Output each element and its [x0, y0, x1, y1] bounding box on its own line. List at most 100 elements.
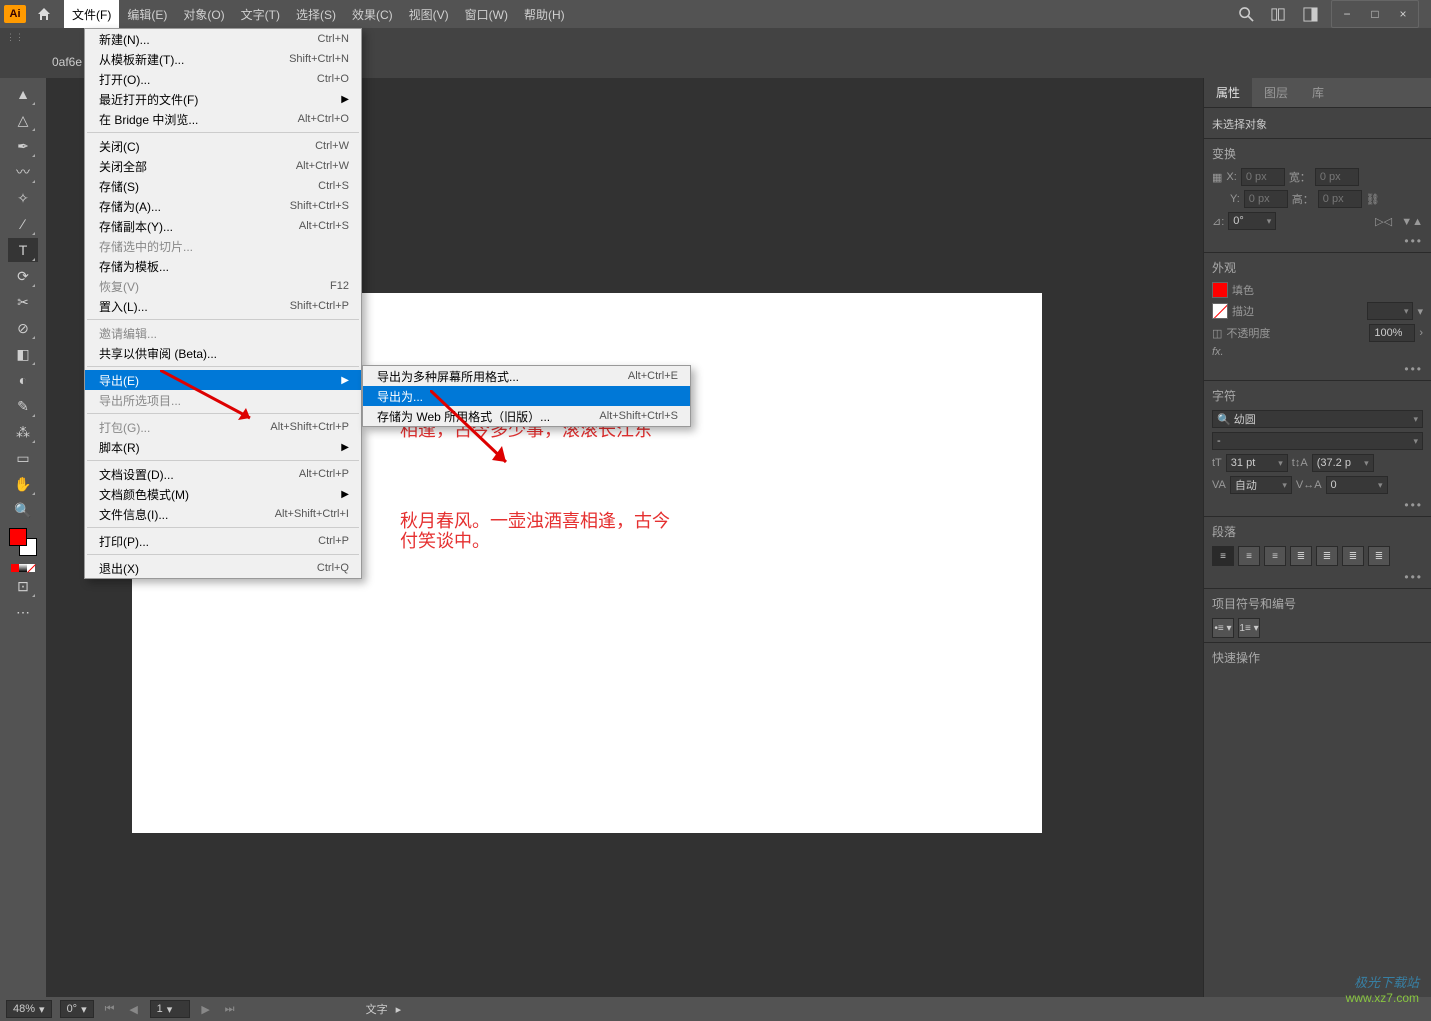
rotation-field[interactable]: 0°▾ — [60, 1000, 94, 1018]
menu-item[interactable]: 脚本(R)▶ — [85, 437, 361, 457]
font-family-field[interactable]: 🔍 幼圆▾ — [1212, 410, 1423, 428]
align-center-icon[interactable]: ≡ — [1238, 546, 1260, 566]
align-right-icon[interactable]: ≡ — [1264, 546, 1286, 566]
menu-item[interactable]: 从模板新建(T)...Shift+Ctrl+N — [85, 49, 361, 69]
menu-item[interactable]: 存储(S)Ctrl+S — [85, 176, 361, 196]
rotate-tool[interactable]: ⟳ — [8, 264, 38, 288]
menu-item[interactable]: 文档设置(D)...Alt+Ctrl+P — [85, 464, 361, 484]
y-field[interactable]: 0 px — [1244, 190, 1288, 208]
numbering-icon[interactable]: 1≡ ▾ — [1238, 618, 1260, 638]
scissors-tool[interactable]: ✂ — [8, 290, 38, 314]
tracking-field[interactable]: 0▾ — [1326, 476, 1388, 494]
menu-item[interactable]: 打印(P)...Ctrl+P — [85, 531, 361, 551]
panel-tab-layers[interactable]: 图层 — [1252, 78, 1300, 107]
menu-item[interactable]: 退出(X)Ctrl+Q — [85, 558, 361, 578]
panel-tab-properties[interactable]: 属性 — [1204, 78, 1252, 107]
align-left-icon[interactable]: ≡ — [1212, 546, 1234, 566]
last-artboard-icon[interactable]: ⏭ — [222, 1003, 238, 1016]
menu-item[interactable]: 在 Bridge 中浏览...Alt+Ctrl+O — [85, 109, 361, 129]
screen-mode-icon[interactable]: ⊡ — [8, 574, 38, 598]
menu-item[interactable]: 存储为模板... — [85, 256, 361, 276]
justify-left-icon[interactable]: ≣ — [1290, 546, 1312, 566]
menu-view[interactable]: 视图(V) — [401, 0, 457, 28]
artboard-tool[interactable]: ▭ — [8, 446, 38, 470]
width-tool[interactable]: ⊘ — [8, 316, 38, 340]
curvature-tool[interactable]: 〰 — [8, 160, 38, 184]
workspace-icon[interactable] — [1299, 3, 1321, 25]
shape-builder-tool[interactable]: ◧ — [8, 342, 38, 366]
justify-center-icon[interactable]: ≣ — [1316, 546, 1338, 566]
fx-label[interactable]: fx. — [1212, 346, 1224, 358]
submenu-item[interactable]: 导出为多种屏幕所用格式...Alt+Ctrl+E — [363, 366, 690, 386]
menu-file[interactable]: 文件(F) — [64, 0, 119, 28]
menu-item[interactable]: 关闭全部Alt+Ctrl+W — [85, 156, 361, 176]
eyedropper-tool[interactable]: ✎ — [8, 394, 38, 418]
justify-all-icon[interactable]: ≣ — [1368, 546, 1390, 566]
menu-item[interactable]: 关闭(C)Ctrl+W — [85, 136, 361, 156]
hand-tool[interactable]: ✋ — [8, 472, 38, 496]
type-tool[interactable]: T — [8, 238, 38, 262]
bounds-icon[interactable]: ▦ — [1212, 171, 1222, 184]
menu-type[interactable]: 文字(T) — [233, 0, 288, 28]
kerning-field[interactable]: 自动▾ — [1230, 476, 1292, 494]
justify-right-icon[interactable]: ≣ — [1342, 546, 1364, 566]
blend-tool[interactable]: ◐ — [8, 368, 38, 392]
menu-item[interactable]: 最近打开的文件(F)▶ — [85, 89, 361, 109]
tool-disclosure-icon[interactable]: ▸ — [396, 1003, 402, 1016]
angle-field[interactable]: 0°▾ — [1228, 212, 1276, 230]
menu-item[interactable]: 共享以供审阅 (Beta)... — [85, 343, 361, 363]
magic-wand-tool[interactable]: ✧ — [8, 186, 38, 210]
prev-artboard-icon[interactable]: ◀ — [126, 1003, 142, 1016]
symbol-sprayer-tool[interactable]: ⁂ — [8, 420, 38, 444]
pen-tool[interactable]: ✒ — [8, 134, 38, 158]
x-field[interactable]: 0 px — [1241, 168, 1285, 186]
menu-effect[interactable]: 效果(C) — [344, 0, 401, 28]
menu-item[interactable]: 存储副本(Y)...Alt+Ctrl+S — [85, 216, 361, 236]
close-window-icon[interactable]: × — [1392, 3, 1414, 25]
bullets-icon[interactable]: •≡ ▾ — [1212, 618, 1234, 638]
menu-help[interactable]: 帮助(H) — [516, 0, 573, 28]
menu-item[interactable]: 文档颜色模式(M)▶ — [85, 484, 361, 504]
menu-item[interactable]: 存储为(A)...Shift+Ctrl+S — [85, 196, 361, 216]
menu-item[interactable]: 新建(N)...Ctrl+N — [85, 29, 361, 49]
font-style-field[interactable]: -▾ — [1212, 432, 1423, 450]
paintbrush-tool[interactable]: ∕ — [8, 212, 38, 236]
opacity-field[interactable]: 100% — [1369, 324, 1415, 342]
stroke-weight-field[interactable]: ▾ — [1367, 302, 1413, 320]
lock-aspect-icon[interactable]: ⛓ — [1366, 193, 1380, 206]
maximize-icon[interactable]: □ — [1364, 3, 1386, 25]
menu-item[interactable]: 文件信息(I)...Alt+Shift+Ctrl+I — [85, 504, 361, 524]
selection-tool[interactable]: ▲ — [8, 82, 38, 106]
fill-stroke-swatch[interactable] — [9, 528, 37, 556]
color-mode-mini[interactable] — [11, 564, 35, 572]
first-artboard-icon[interactable]: ⏮ — [102, 1003, 118, 1016]
menu-item[interactable]: 打开(O)...Ctrl+O — [85, 69, 361, 89]
menu-window[interactable]: 窗口(W) — [457, 0, 516, 28]
zoom-field[interactable]: 48%▾ — [6, 1000, 52, 1018]
zoom-tool[interactable]: 🔍 — [8, 498, 38, 522]
arrange-docs-icon[interactable] — [1267, 3, 1289, 25]
fill-swatch-icon[interactable] — [1212, 282, 1228, 298]
panel-tab-libraries[interactable]: 库 — [1300, 78, 1336, 107]
more-options-icon[interactable]: ••• — [1212, 362, 1423, 376]
menu-select[interactable]: 选择(S) — [288, 0, 344, 28]
font-size-field[interactable]: 31 pt▾ — [1226, 454, 1288, 472]
edit-toolbar-icon[interactable]: ⋯ — [8, 600, 38, 624]
minimize-icon[interactable]: − — [1336, 3, 1358, 25]
more-options-icon[interactable]: ••• — [1212, 498, 1423, 512]
next-artboard-icon[interactable]: ▶ — [198, 1003, 214, 1016]
more-options-icon[interactable]: ••• — [1212, 234, 1423, 248]
menu-edit[interactable]: 编辑(E) — [119, 0, 175, 28]
search-icon[interactable] — [1235, 3, 1257, 25]
width-field[interactable]: 0 px — [1315, 168, 1359, 186]
menu-object[interactable]: 对象(O) — [175, 0, 232, 28]
grip-icon[interactable]: ⋮⋮ — [6, 32, 16, 43]
direct-selection-tool[interactable]: △ — [8, 108, 38, 132]
menu-item[interactable]: 置入(L)...Shift+Ctrl+P — [85, 296, 361, 316]
height-field[interactable]: 0 px — [1318, 190, 1362, 208]
leading-field[interactable]: (37.2 p▾ — [1312, 454, 1374, 472]
stroke-swatch-icon[interactable] — [1212, 303, 1228, 319]
artboard-nav-field[interactable]: 1▾ — [150, 1000, 190, 1018]
home-icon[interactable] — [32, 2, 56, 26]
more-options-icon[interactable]: ••• — [1212, 570, 1423, 584]
